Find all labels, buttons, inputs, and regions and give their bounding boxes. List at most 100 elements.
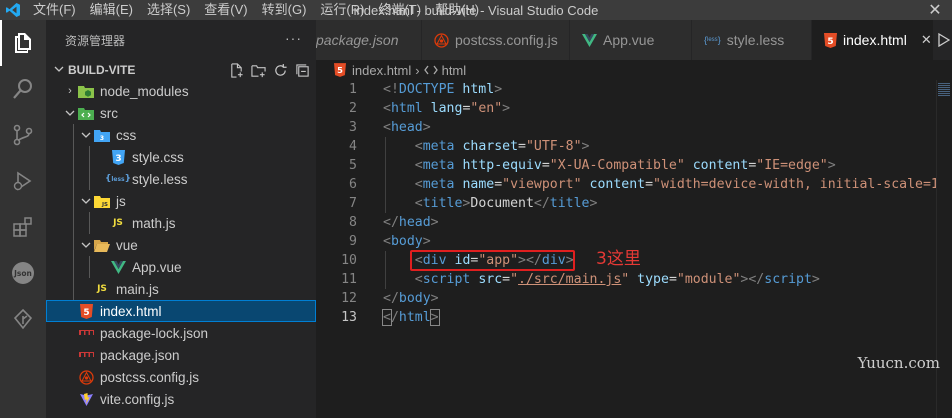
tree-item-index-html[interactable]: 5 index.html: [46, 300, 316, 322]
tree-item-style-css[interactable]: 3 style.css: [46, 146, 316, 168]
tree-item-vue[interactable]: vue: [46, 234, 316, 256]
line-number: 5: [349, 158, 357, 173]
files-icon: [15, 33, 31, 53]
vite-icon: [78, 391, 94, 407]
code-line: 8 </head>: [316, 213, 936, 232]
line-number: 1: [349, 82, 357, 97]
tab-app-vue[interactable]: App.vue: [570, 20, 692, 60]
line-number: 7: [349, 196, 357, 211]
tab-postcss-config-js[interactable]: postcss.config.js: [422, 20, 570, 60]
css-file-icon: 3: [110, 149, 126, 165]
more-actions-button[interactable]: ···: [285, 30, 302, 46]
close-tab-icon[interactable]: ✕: [921, 32, 932, 48]
search-icon: [13, 79, 32, 99]
indent-guide: [89, 146, 90, 168]
tree-item-postcss-config-js[interactable]: postcss.config.js: [46, 366, 316, 388]
tab-label: postcss.config.js: [455, 32, 558, 48]
line-number: 10: [341, 253, 357, 268]
tree-item-package-lock-json[interactable]: package-lock.json: [46, 322, 316, 344]
html-file-icon: 5: [334, 63, 346, 77]
element-tag-icon: [423, 64, 438, 76]
git-graph-icon: [13, 308, 33, 330]
json-activity[interactable]: Json: [0, 250, 46, 296]
menu-bar: 文件(F) 编辑(E) 选择(S) 查看(V) 转到(G) 运行(R) 终端(T…: [26, 0, 486, 20]
line-number: 11: [341, 272, 357, 287]
tree-item-label: package-lock.json: [100, 325, 209, 341]
js-file-icon: JS: [97, 284, 107, 294]
new-folder-icon[interactable]: [250, 62, 266, 78]
tab-style-less[interactable]: {less} style.less: [692, 20, 812, 60]
tab-label: style.less: [726, 32, 785, 48]
source-control-activity[interactable]: [0, 112, 46, 158]
menu-edit[interactable]: 编辑(E): [83, 0, 140, 20]
file-tree: › node_modules src 3 css 3 style.css {l…: [46, 80, 316, 410]
indent-guide: [73, 146, 74, 168]
tree-item-label: css: [116, 127, 137, 143]
chevron-down-icon: [78, 234, 94, 256]
js-file-icon: JS: [113, 218, 123, 228]
code-line: 6 <meta name="viewport" content="width=d…: [316, 175, 947, 194]
svg-text:5: 5: [83, 308, 89, 318]
chevron-down-icon: [54, 63, 68, 77]
menu-help[interactable]: 帮助(H): [428, 0, 486, 20]
explorer-sidebar: 资源管理器 ··· BUILD-VITE › node_modules src: [46, 20, 316, 418]
tree-item-math-js[interactable]: JS math.js: [46, 212, 316, 234]
tree-item-style-less[interactable]: {less} style.less: [46, 168, 316, 190]
vscode-logo-icon: [0, 0, 26, 20]
refresh-icon[interactable]: [272, 62, 288, 78]
breadcrumb-file[interactable]: index.html: [352, 63, 411, 78]
tree-item-js[interactable]: JS js: [46, 190, 316, 212]
tree-item-label: src: [100, 105, 118, 121]
tree-item-node-modules[interactable]: › node_modules: [46, 80, 316, 102]
run-button[interactable]: [934, 20, 952, 60]
tree-item-package-json[interactable]: package.json: [46, 344, 316, 366]
tree-item-main-js[interactable]: JS main.js: [46, 278, 316, 300]
breadcrumb-node[interactable]: html: [442, 63, 467, 78]
tree-item-label: style.css: [132, 149, 184, 165]
chevron-down-icon: [62, 102, 78, 124]
indent-guide: [73, 234, 74, 256]
code-line: 3 <head>: [316, 118, 936, 137]
git-graph-activity[interactable]: [0, 296, 46, 342]
postcss-icon: [78, 369, 94, 385]
chevron-right-icon: ›: [68, 85, 72, 97]
node-folder-icon: [78, 83, 94, 99]
menu-file[interactable]: 文件(F): [26, 0, 83, 20]
tab-label: App.vue: [603, 32, 655, 48]
run-debug-activity[interactable]: [0, 158, 46, 204]
svg-text:JS: JS: [101, 202, 108, 208]
code-line: 1 <!DOCTYPE html>: [316, 80, 936, 99]
line-number: 9: [349, 234, 357, 249]
npm-icon: [78, 347, 94, 363]
search-activity[interactable]: [0, 66, 46, 112]
svg-text:5: 5: [827, 37, 833, 47]
tree-item-src[interactable]: src: [46, 102, 316, 124]
tree-item-css[interactable]: 3 css: [46, 124, 316, 146]
indent-guide: [73, 124, 74, 146]
activity-bar: Json: [0, 20, 46, 418]
menu-terminal[interactable]: 终端(T): [371, 0, 428, 20]
project-section-header[interactable]: BUILD-VITE: [46, 60, 316, 80]
close-window-button[interactable]: ✕: [918, 0, 952, 20]
extensions-activity[interactable]: [0, 204, 46, 250]
tab-package-json[interactable]: package.json: [316, 20, 422, 60]
code-line: 4 <meta charset="UTF-8">: [316, 137, 936, 156]
new-file-icon[interactable]: [228, 62, 244, 78]
tree-item-vite-config-js[interactable]: vite.config.js: [46, 388, 316, 410]
minimap-preview: [938, 83, 950, 97]
tab-index-html[interactable]: 5 index.html ✕: [812, 20, 934, 60]
menu-run[interactable]: 运行(R): [313, 0, 371, 20]
indent-guide: [89, 212, 90, 234]
collapse-all-icon[interactable]: [294, 62, 310, 78]
tree-item-app-vue[interactable]: App.vue: [46, 256, 316, 278]
explorer-activity[interactable]: [0, 20, 46, 66]
indent-guide: [89, 168, 90, 190]
code-editor[interactable]: 1 <!DOCTYPE html> 2 <html lang="en"> 3 <hea…: [316, 80, 947, 418]
explorer-title: 资源管理器: [65, 33, 126, 48]
line-number: 3: [349, 120, 357, 135]
menu-goto[interactable]: 转到(G): [255, 0, 314, 20]
line-number: 12: [341, 291, 357, 306]
menu-view[interactable]: 查看(V): [197, 0, 254, 20]
menu-selection[interactable]: 选择(S): [140, 0, 197, 20]
tree-item-label: package.json: [100, 347, 180, 363]
